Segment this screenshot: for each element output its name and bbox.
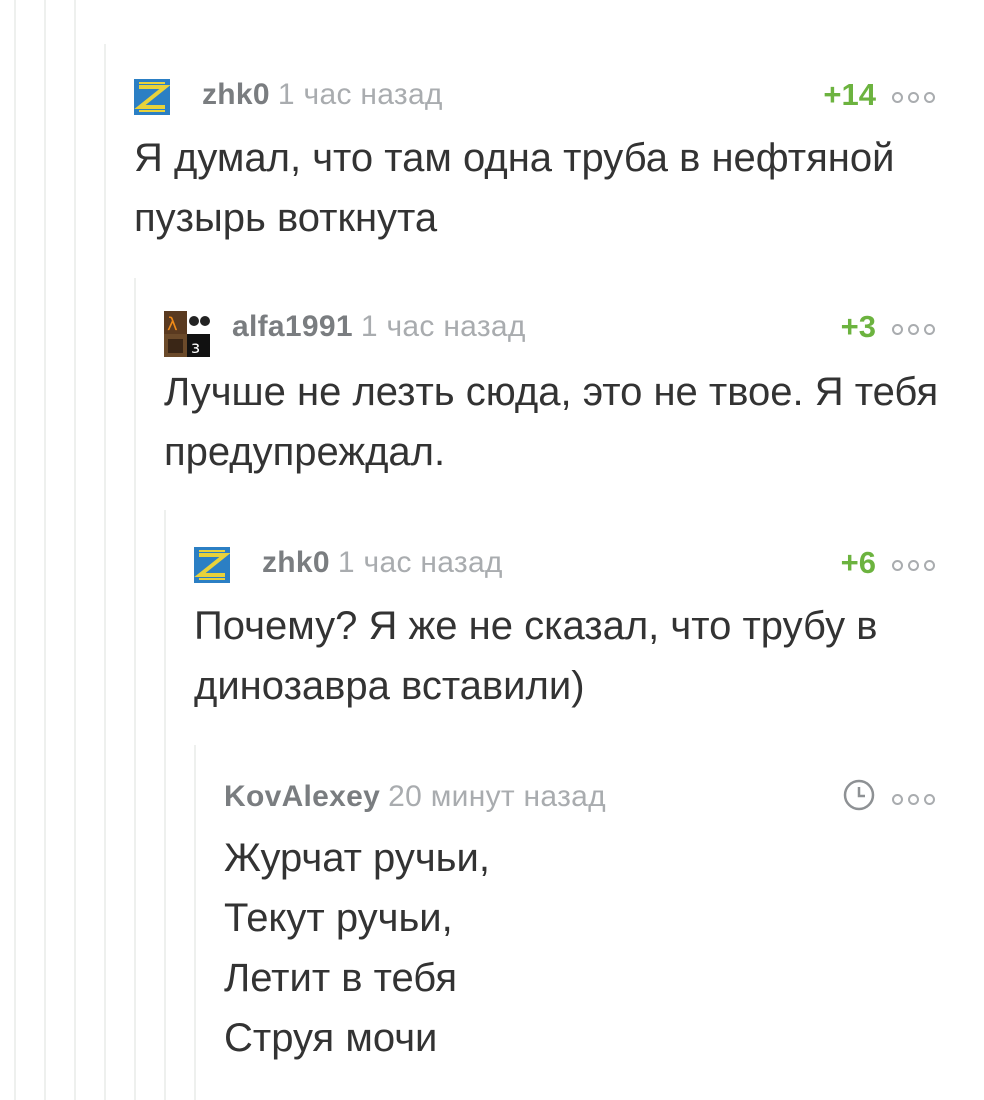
comment-header: λ з alfa1991 1 час назад +3 (164, 308, 984, 358)
comment-meta: KovAlexey 20 минут назад (224, 780, 606, 814)
comment: KovAlexey 20 минут назад Журчат ручьи, Те… (224, 778, 984, 1068)
more-menu-icon[interactable] (892, 792, 956, 808)
rating-score: +3 (840, 309, 876, 344)
comment: zhk0 1 час назад +14 Я думал, что там одн… (134, 76, 984, 248)
rating-score: +6 (840, 545, 876, 580)
thread-line (74, 0, 76, 1100)
comment-meta: zhk0 1 час назад (202, 78, 443, 112)
zhk0-avatar-icon[interactable] (134, 79, 171, 115)
comment: zhk0 1 час назад +6 Почему? Я же не сказа… (194, 544, 984, 716)
comment-time: 20 минут назад (388, 780, 606, 813)
thread-line (194, 745, 196, 1100)
zhk0-avatar-icon[interactable] (194, 547, 231, 583)
author-link[interactable]: zhk0 (202, 78, 270, 111)
comment: λ з alfa1991 1 час назад +3 Лучше не лезт… (164, 308, 984, 482)
svg-text:з: з (191, 338, 200, 357)
comment-meta: alfa1991 1 час назад (232, 310, 526, 344)
comment-header: KovAlexey 20 минут назад (224, 778, 984, 818)
comment-text: Журчат ручьи, Текут ручьи, Летит в тебя … (224, 836, 490, 1060)
comment-text: Почему? Я же не сказал, что трубу в дино… (194, 604, 878, 708)
thread-line (164, 510, 166, 1100)
clock-icon (842, 778, 876, 812)
comment-text: Лучше не лезть сюда, это не твое. Я тебя… (164, 370, 939, 474)
thread-line (44, 0, 46, 1100)
more-menu-icon[interactable] (892, 558, 956, 574)
svg-text:λ: λ (167, 314, 178, 335)
comment-time: 1 час назад (360, 310, 526, 343)
rating-score: +14 (823, 77, 876, 112)
comment-time: 1 час назад (337, 546, 503, 579)
author-link[interactable]: KovAlexey (224, 780, 380, 813)
thread-line (104, 44, 106, 1100)
author-link[interactable]: alfa1991 (232, 310, 353, 343)
comment-header: zhk0 1 час назад +14 (134, 76, 984, 116)
thread-line (134, 278, 136, 1100)
comment-header: zhk0 1 час назад +6 (194, 544, 984, 584)
more-menu-icon[interactable] (892, 322, 956, 338)
more-menu-icon[interactable] (892, 90, 956, 106)
alfa1991-avatar-icon[interactable]: λ з (164, 311, 210, 358)
comment-meta: zhk0 1 час назад (262, 546, 503, 580)
comment-time: 1 час назад (277, 78, 443, 111)
comment-text: Я думал, что там одна труба в нефтяной п… (134, 136, 895, 240)
author-link[interactable]: zhk0 (262, 546, 330, 579)
thread-line (14, 0, 16, 1100)
